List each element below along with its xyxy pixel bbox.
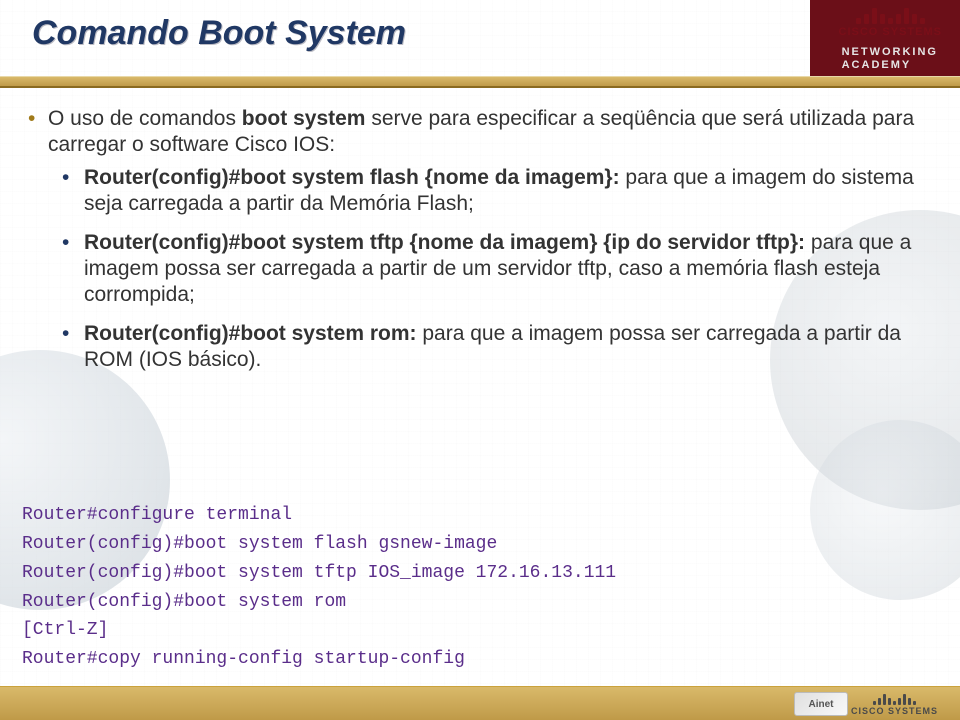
header-accent-bar	[0, 76, 960, 88]
intro-text-bold: boot system	[242, 107, 366, 130]
terminal-output: Router#configure terminal Router(config)…	[22, 501, 938, 674]
academy-line-2: ACADEMY	[842, 59, 938, 72]
networking-academy-label: NETWORKING ACADEMY	[842, 46, 938, 72]
cisco-brand-text: CISCO SYSTEMS	[839, 26, 942, 38]
slide: CISCO SYSTEMS NETWORKING ACADEMY Comando…	[0, 0, 960, 720]
item-tftp: Router(config)#boot system tftp {nome da…	[46, 230, 932, 307]
ainet-label: Ainet	[809, 699, 834, 710]
footer-cisco-logo: CISCO SYSTEMS	[851, 694, 938, 716]
footer-cisco-text: CISCO SYSTEMS	[851, 706, 938, 716]
ainet-logo: Ainet	[794, 692, 848, 716]
item-rom-cmd: Router(config)#boot system rom:	[84, 322, 417, 345]
footer-cisco-bridge-icon	[851, 694, 938, 705]
term-line-4: Router(config)#boot system rom	[22, 588, 938, 617]
term-line-2: Router(config)#boot system flash gsnew-i…	[22, 530, 938, 559]
item-flash-cmd: Router(config)#boot system flash {nome d…	[84, 166, 620, 189]
item-rom: Router(config)#boot system rom: para que…	[46, 321, 932, 372]
academy-line-1: NETWORKING	[842, 46, 938, 59]
intro-text-pre: O uso de comandos	[48, 107, 242, 130]
cisco-logo: CISCO SYSTEMS	[839, 8, 942, 38]
item-flash: Router(config)#boot system flash {nome d…	[46, 165, 932, 216]
page-title: Comando Boot System	[32, 14, 406, 53]
term-line-6: Router#copy running-config startup-confi…	[22, 645, 938, 674]
term-line-3: Router(config)#boot system tftp IOS_imag…	[22, 559, 938, 588]
content-area: O uso de comandos boot system serve para…	[28, 106, 932, 386]
item-tftp-cmd: Router(config)#boot system tftp {nome da…	[84, 231, 805, 254]
term-line-1: Router#configure terminal	[22, 501, 938, 530]
term-line-5: [Ctrl-Z]	[22, 616, 938, 645]
intro-bullet: O uso de comandos boot system serve para…	[28, 106, 932, 157]
cisco-bridge-icon	[850, 8, 930, 24]
